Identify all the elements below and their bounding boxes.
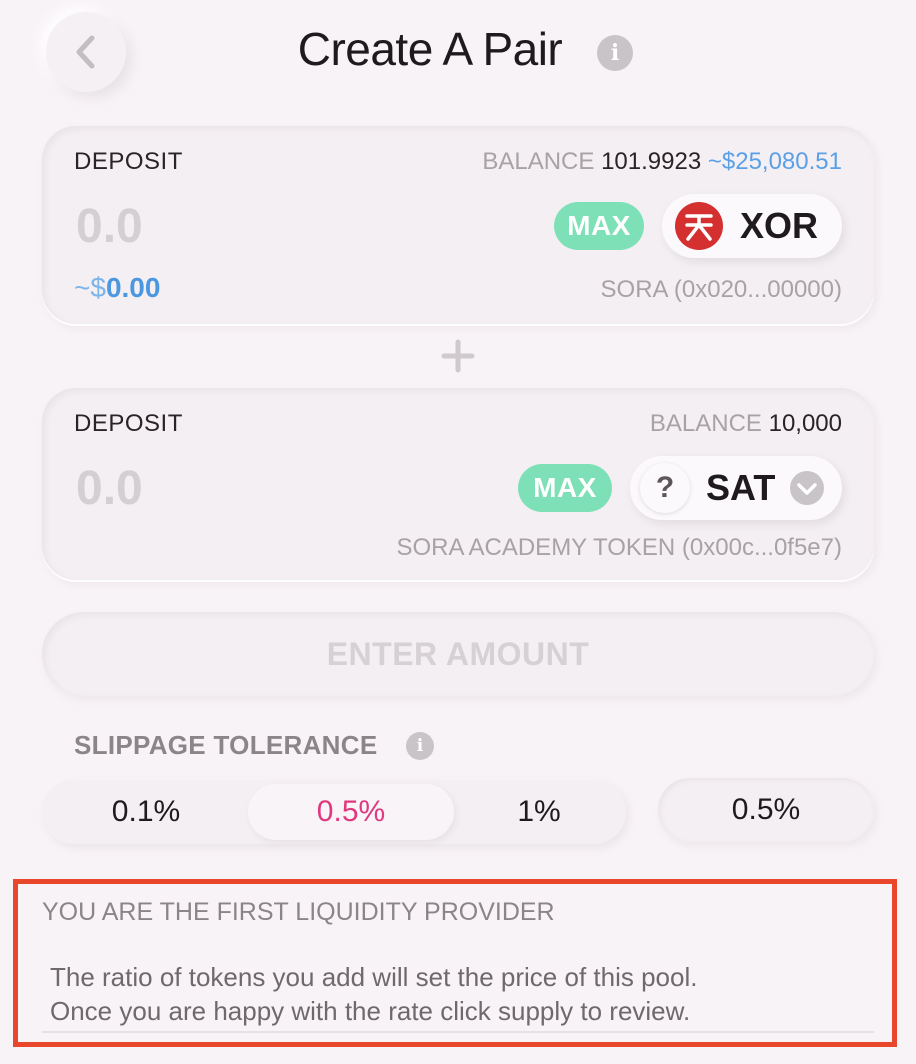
amount-input[interactable]: [74, 198, 298, 255]
notice-line-2: Once you are happy with the rate click s…: [50, 996, 691, 1026]
deposit-card-sat: DEPOSIT BALANCE 10,000 MAX ? SAT SORA AC…: [42, 388, 874, 580]
token-full-name: SORA (0x020...00000): [600, 276, 842, 303]
token-full-name: SORA ACADEMY TOKEN (0x00c...0f5e7): [396, 534, 842, 561]
token-symbol: XOR: [740, 205, 819, 246]
max-button[interactable]: MAX: [518, 464, 612, 512]
balance-info: BALANCE 101.9923 ~$25,080.51: [482, 148, 842, 176]
slippage-info-icon[interactable]: i: [406, 732, 434, 760]
slippage-option-0-1[interactable]: 0.1%: [46, 784, 246, 840]
slippage-options: 0.1% 0.5% 1%: [42, 780, 626, 844]
sora-logo-icon: [675, 202, 723, 250]
notice-text: The ratio of tokens you add will set the…: [50, 960, 870, 1028]
token-select-xor[interactable]: XOR: [662, 194, 842, 258]
deposit-card-xor: DEPOSIT BALANCE 101.9923 ~$25,080.51 ~$0…: [42, 126, 874, 324]
chevron-down-icon[interactable]: [789, 470, 825, 506]
divider: [42, 1031, 874, 1033]
usd-equivalent: ~$0.00: [74, 272, 160, 304]
notice-title: YOU ARE THE FIRST LIQUIDITY PROVIDER: [42, 898, 555, 926]
slippage-title: SLIPPAGE TOLERANCE: [74, 730, 378, 760]
usd-value: 0.00: [105, 272, 161, 303]
deposit-label: DEPOSIT: [74, 410, 183, 437]
notice-line-1: The ratio of tokens you add will set the…: [50, 962, 698, 992]
enter-amount-button[interactable]: ENTER AMOUNT: [42, 612, 874, 696]
amount-input[interactable]: [74, 460, 298, 517]
title-info-icon[interactable]: i: [597, 35, 633, 71]
slippage-option-1[interactable]: 1%: [456, 784, 622, 840]
token-symbol: SAT: [706, 467, 776, 508]
balance-fiat-prefix: ~$: [707, 148, 736, 175]
question-icon: ?: [640, 463, 690, 513]
usd-prefix: ~$: [74, 272, 106, 303]
token-select-sat[interactable]: ? SAT: [630, 456, 842, 520]
plus-icon: [441, 339, 475, 373]
max-button[interactable]: MAX: [554, 202, 644, 250]
balance-value: 101.9923: [601, 148, 702, 175]
slippage-option-0-5[interactable]: 0.5%: [248, 784, 454, 840]
balance-info: BALANCE 10,000: [650, 410, 842, 438]
balance-fiat-value: 25,080.51: [735, 148, 842, 175]
deposit-label: DEPOSIT: [74, 148, 183, 175]
balance-label: BALANCE: [649, 410, 762, 437]
balance-label: BALANCE: [482, 148, 595, 175]
slippage-custom-input[interactable]: 0.5%: [658, 778, 874, 842]
balance-value: 10,000: [768, 410, 842, 437]
page-title: Create A Pair: [297, 23, 563, 75]
